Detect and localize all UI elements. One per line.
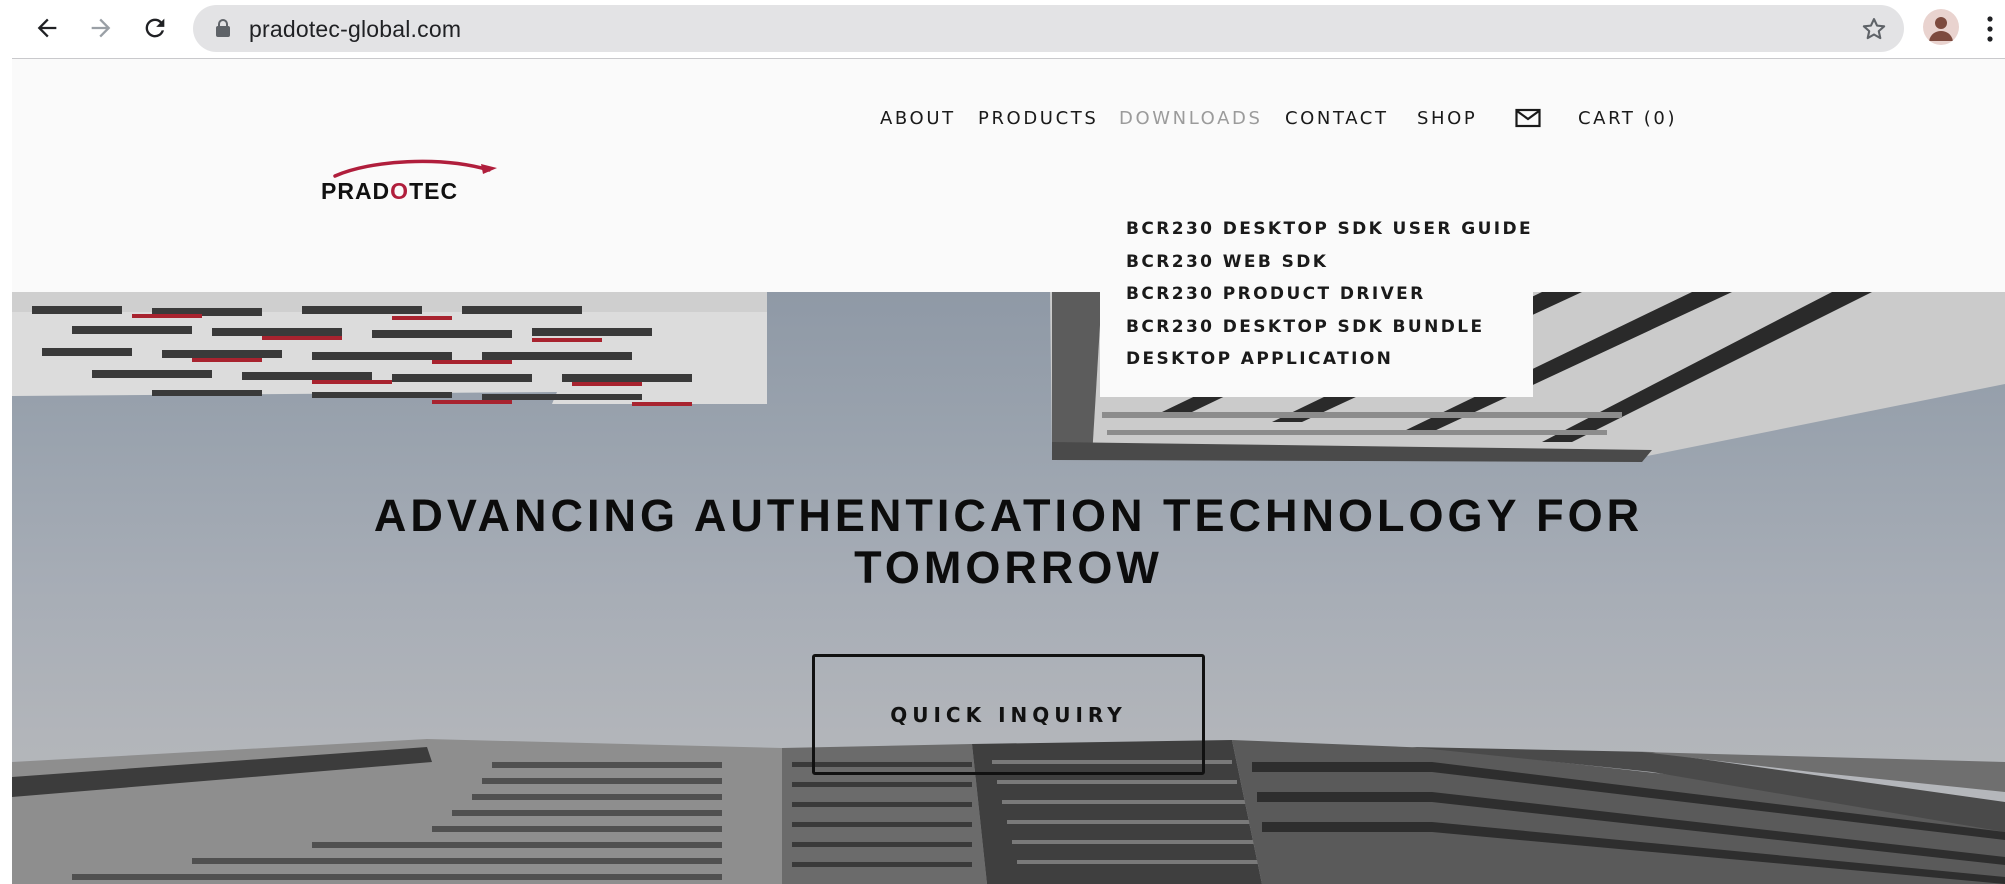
nav-about[interactable]: ABOUT xyxy=(880,103,956,133)
kebab-menu-icon[interactable] xyxy=(1984,14,1996,44)
lock-icon xyxy=(216,19,230,37)
hero-title-line2: TOMORROW xyxy=(854,542,1163,593)
hero-section: ADVANCING AUTHENTICATION TECHNOLOGY FOR … xyxy=(12,292,2005,884)
dropdown-item-sdk-bundle[interactable]: BCR230 DESKTOP SDK BUNDLE xyxy=(1126,317,1485,337)
nav-about-label: ABOUT xyxy=(880,107,956,129)
url-text: pradotec-global.com xyxy=(249,16,462,42)
forward-button[interactable] xyxy=(81,8,121,48)
arrow-right-icon xyxy=(91,18,111,38)
logo-text: PRADOTEC xyxy=(321,178,458,205)
dropdown-item-product-driver[interactable]: BCR230 PRODUCT DRIVER xyxy=(1126,284,1426,304)
logo-text-pre: PRAD xyxy=(321,178,391,204)
logo-text-post: TEC xyxy=(409,178,459,204)
avatar-icon xyxy=(1929,17,1953,41)
back-button[interactable] xyxy=(27,8,67,48)
envelope-icon[interactable] xyxy=(1515,108,1541,128)
star-icon[interactable] xyxy=(1860,15,1888,43)
nav-shop[interactable]: SHOP xyxy=(1417,103,1477,133)
nav-shop-label: SHOP xyxy=(1417,107,1478,129)
nav-contact-label: CONTACT xyxy=(1285,107,1389,129)
dropdown-item-web-sdk[interactable]: BCR230 WEB SDK xyxy=(1126,252,1328,272)
hero-title-line1: ADVANCING AUTHENTICATION TECHNOLOGY FOR xyxy=(373,490,1644,541)
nav-products-label: PRODUCTS xyxy=(978,107,1099,129)
pradotec-logo[interactable]: PRADOTEC xyxy=(321,154,507,214)
quick-inquiry-button[interactable]: QUICK INQUIRY xyxy=(812,654,1205,775)
downloads-dropdown: BCR230 DESKTOP SDK USER GUIDE BCR230 WEB… xyxy=(1100,197,1533,397)
address-bar[interactable]: pradotec-global.com xyxy=(193,5,1904,52)
hero-title: ADVANCING AUTHENTICATION TECHNOLOGY FOR … xyxy=(12,490,2005,594)
site-header: PRADOTEC xyxy=(12,59,2005,292)
reload-icon xyxy=(145,18,165,38)
left-gutter xyxy=(0,59,12,884)
logo-text-o: O xyxy=(390,178,410,204)
reload-button[interactable] xyxy=(135,8,175,48)
nav-products[interactable]: PRODUCTS xyxy=(978,103,1098,133)
arrow-left-icon xyxy=(37,18,57,38)
dropdown-item-desktop-application[interactable]: DESKTOP APPLICATION xyxy=(1126,349,1393,369)
browser-toolbar: pradotec-global.com xyxy=(0,0,2005,58)
profile-avatar[interactable] xyxy=(1923,9,1959,45)
nav-downloads-label: DOWNLOADS xyxy=(1119,107,1263,129)
quick-inquiry-label: QUICK INQUIRY xyxy=(890,702,1127,727)
nav-contact[interactable]: CONTACT xyxy=(1285,103,1389,133)
nav-cart[interactable]: CART (0) xyxy=(1578,103,1677,133)
nav-downloads[interactable]: DOWNLOADS xyxy=(1119,103,1263,133)
nav-cart-label: CART (0) xyxy=(1578,107,1678,129)
dropdown-item-sdk-user-guide[interactable]: BCR230 DESKTOP SDK USER GUIDE xyxy=(1126,219,1533,239)
